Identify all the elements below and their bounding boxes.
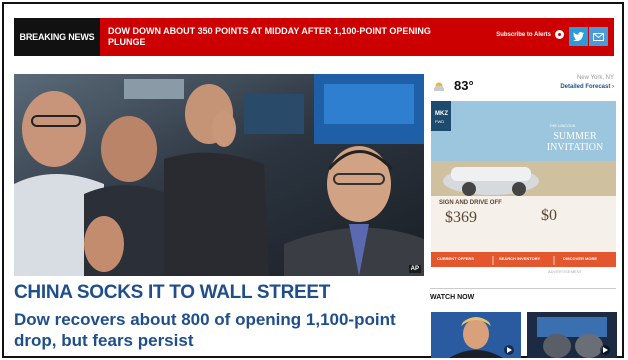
subscribe-alerts[interactable]: Subscribe to Alerts [496, 30, 564, 39]
video-thumb[interactable] [431, 312, 521, 358]
ad-offer-line: SIGN AND DRIVE OFF [439, 200, 502, 206]
ad-headline-big: SUMMER INVITATION [546, 131, 604, 153]
ad-headline-small: THE LINCOLN [549, 123, 576, 128]
ad-button-discover[interactable]: DISCOVER MORE [563, 256, 597, 261]
breaking-news-tag: BREAKING NEWS [14, 18, 100, 56]
advertisement-label: ADVERTISEMENT [548, 269, 582, 274]
ad-zero-down: $0 [541, 207, 557, 224]
breaking-news-bar[interactable]: BREAKING NEWS DOW DOWN ABOUT 350 POINTS … [14, 18, 614, 56]
weather-widget[interactable]: 83° New York, NY Detailed Forecast › [430, 74, 616, 96]
weather-location: New York, NY [576, 75, 614, 81]
weather-temp: 83° [454, 77, 474, 93]
ad-button-offers[interactable]: CURRENT OFFERS [437, 256, 474, 261]
twitter-icon[interactable] [569, 27, 588, 46]
breaking-news-body[interactable]: DOW DOWN ABOUT 350 POINTS AT MIDDAY AFTE… [100, 18, 614, 56]
ad-brand-sub: FWD [435, 119, 445, 124]
watch-now-heading: WATCH NOW [430, 288, 616, 301]
story-headline[interactable]: Dow recovers about 800 of opening 1,100-… [14, 309, 424, 351]
photo-credit: AP [408, 265, 421, 273]
ad-price: $369 [445, 209, 477, 226]
ad-banner[interactable]: MKZ FWD THE LINCOLN SUMMER INVITATION SI… [431, 101, 616, 267]
sun-icon [434, 82, 444, 91]
watch-now-thumbs[interactable] [431, 312, 617, 358]
hero-image[interactable]: AP [14, 74, 424, 276]
weather-location-block[interactable]: New York, NY Detailed Forecast › [560, 74, 614, 92]
alert-icon[interactable] [555, 30, 564, 39]
subscribe-alerts-label[interactable]: Subscribe to Alerts [496, 32, 551, 38]
email-icon[interactable] [589, 27, 608, 46]
detailed-forecast-link[interactable]: Detailed Forecast › [560, 83, 614, 92]
ad-button-inventory[interactable]: SEARCH INVENTORY [499, 256, 540, 261]
story-kicker[interactable]: CHINA SOCKS IT TO WALL STREET [14, 282, 330, 304]
video-thumb[interactable] [527, 312, 617, 358]
breaking-news-headline[interactable]: DOW DOWN ABOUT 350 POINTS AT MIDDAY AFTE… [108, 26, 438, 48]
ad-brand: MKZ [435, 111, 448, 117]
